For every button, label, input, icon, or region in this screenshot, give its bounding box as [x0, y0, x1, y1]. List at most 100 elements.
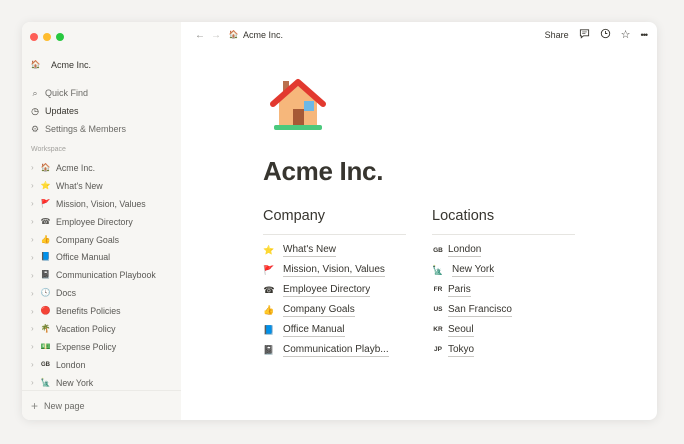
sidebar-item-new-york[interactable]: › 🗽 New York — [31, 374, 179, 392]
locations-heading[interactable]: Locations — [432, 208, 575, 235]
sidebar-item-what-s-new[interactable]: › ⭐ What's New — [31, 177, 179, 195]
sidebar-menu-label: Updates — [45, 106, 79, 116]
page-link-paris[interactable]: FR Paris — [432, 281, 575, 301]
sidebar-item-communication-playbook[interactable]: › 📓 Communication Playbook — [31, 266, 179, 284]
page-link-employee-directory[interactable]: ☎ Employee Directory — [263, 281, 406, 301]
link-emoji-icon: 📓 — [263, 344, 275, 355]
sidebar-item-acme-inc[interactable]: › 🏠 Acme Inc. — [31, 159, 179, 177]
sidebar-item-docs[interactable]: › 🕓 Docs — [31, 284, 179, 302]
page-link-company-goals[interactable]: 👍 Company Goals — [263, 301, 406, 321]
close-window-button[interactable] — [30, 33, 38, 41]
chevron-right-icon[interactable]: › — [31, 307, 40, 316]
link-label[interactable]: Communication Playb... — [283, 344, 389, 357]
sidebar-item-settings[interactable]: ⚙ Settings & Members — [30, 120, 126, 138]
chevron-right-icon[interactable]: › — [31, 342, 40, 351]
page-link-new-york[interactable]: 🗽 New York — [432, 261, 575, 281]
sidebar-item-london[interactable]: › GB London — [31, 356, 179, 374]
clock-icon: ◷ — [31, 105, 39, 116]
new-page-button[interactable]: + New page — [22, 390, 181, 420]
link-label[interactable]: San Francisco — [448, 304, 512, 318]
page-link-mission-vision-values[interactable]: 🚩 Mission, Vision, Values — [263, 261, 406, 281]
page-emoji-icon: 💵 — [40, 341, 51, 351]
share-button[interactable]: Share — [545, 30, 569, 40]
history-nav: ← → — [195, 30, 221, 41]
sidebar-item-label: Mission, Vision, Values — [56, 198, 146, 209]
page-link-tokyo[interactable]: JP Tokyo — [432, 340, 575, 360]
sidebar-item-updates[interactable]: ◷ Updates — [30, 102, 126, 120]
link-emoji-icon: JP — [434, 346, 442, 354]
page-title[interactable]: Acme Inc. — [263, 156, 383, 187]
sidebar-item-benefits-policies[interactable]: › 🔴 Benefits Policies — [31, 302, 179, 320]
gear-icon: ⚙ — [30, 123, 40, 134]
chevron-right-icon[interactable]: › — [31, 289, 40, 298]
more-icon[interactable]: ••• — [641, 30, 649, 40]
chevron-right-icon[interactable]: › — [31, 181, 40, 190]
page-link-what-s-new[interactable]: ⭐ What's New — [263, 241, 406, 261]
sidebar-item-label: Employee Directory — [56, 216, 133, 227]
company-links: ⭐ What's New 🚩 Mission, Vision, Values ☎ Empl… — [263, 241, 406, 360]
link-label[interactable]: What's New — [283, 244, 337, 258]
chevron-right-icon[interactable]: › — [31, 253, 40, 262]
sidebar-item-label: New York — [56, 377, 94, 388]
house-icon[interactable] — [269, 76, 327, 132]
link-label[interactable]: Employee Directory — [283, 284, 371, 298]
page-link-san-francisco[interactable]: US San Francisco — [432, 301, 575, 321]
sidebar-item-office-manual[interactable]: › 📘 Office Manual — [31, 248, 179, 266]
page-link-seoul[interactable]: KR Seoul — [432, 321, 575, 341]
app-window: 🏠 Acme Inc. ⌕ Quick Find ◷ Updates ⚙ Set… — [22, 22, 657, 420]
page-link-communication-playb[interactable]: 📓 Communication Playb... — [263, 340, 406, 360]
new-page-label: New page — [44, 400, 85, 411]
link-label[interactable]: Office Manual — [283, 324, 345, 337]
sidebar-item-label: What's New — [56, 180, 103, 191]
chevron-right-icon[interactable]: › — [31, 378, 40, 387]
sidebar-item-expense-policy[interactable]: › 💵 Expense Policy — [31, 338, 179, 356]
comment-icon[interactable] — [579, 28, 590, 42]
sidebar-item-employee-directory[interactable]: › ☎ Employee Directory — [31, 213, 179, 231]
chevron-right-icon[interactable]: › — [31, 217, 40, 226]
sidebar-menu: ⌕ Quick Find ◷ Updates ⚙ Settings & Memb… — [30, 84, 126, 138]
page-link-office-manual[interactable]: 📘 Office Manual — [263, 321, 406, 341]
page-actions: Share ☆ ••• — [545, 28, 649, 42]
workspace-switcher[interactable]: 🏠 Acme Inc. — [30, 60, 92, 70]
sidebar-menu-label: Quick Find — [45, 88, 89, 98]
sidebar-item-company-goals[interactable]: › 👍 Company Goals — [31, 231, 179, 249]
chevron-right-icon[interactable]: › — [31, 324, 40, 333]
chevron-right-icon[interactable]: › — [31, 163, 40, 172]
link-label[interactable]: Seoul — [448, 324, 474, 337]
page-emoji-icon: 🚩 — [40, 198, 51, 208]
forward-arrow-icon[interactable]: → — [211, 30, 221, 41]
search-icon: ⌕ — [32, 87, 38, 98]
sidebar-item-label: Communication Playbook — [56, 270, 156, 281]
back-arrow-icon[interactable]: ← — [195, 30, 205, 41]
chevron-right-icon[interactable]: › — [31, 271, 40, 280]
company-heading[interactable]: Company — [263, 208, 406, 235]
sidebar-item-label: Vacation Policy — [56, 323, 116, 334]
sidebar-item-quick-find[interactable]: ⌕ Quick Find — [30, 84, 126, 102]
sidebar: 🏠 Acme Inc. ⌕ Quick Find ◷ Updates ⚙ Set… — [22, 22, 181, 420]
sidebar-item-vacation-policy[interactable]: › 🌴 Vacation Policy — [31, 320, 179, 338]
house-icon: 🏠 — [228, 30, 239, 39]
maximize-window-button[interactable] — [56, 33, 64, 41]
breadcrumb[interactable]: 🏠 Acme Inc. — [228, 30, 284, 40]
minimize-window-button[interactable] — [43, 33, 51, 41]
page-emoji-icon: 🌴 — [40, 323, 51, 333]
chevron-right-icon[interactable]: › — [31, 360, 40, 369]
sidebar-item-label: Docs — [56, 288, 77, 299]
chevron-right-icon[interactable]: › — [31, 199, 40, 208]
sidebar-item-mission-vision-values[interactable]: › 🚩 Mission, Vision, Values — [31, 195, 179, 213]
link-label[interactable]: Tokyo — [448, 344, 475, 357]
link-label[interactable]: Paris — [448, 284, 471, 298]
link-label[interactable]: Company Goals — [283, 304, 355, 318]
company-column: Company ⭐ What's New 🚩 Mission, Vision, Val… — [263, 208, 406, 360]
star-icon[interactable]: ☆ — [621, 29, 631, 41]
sidebar-menu-label: Settings & Members — [45, 124, 127, 134]
breadcrumb-page: Acme Inc. — [243, 30, 284, 40]
link-label[interactable]: Mission, Vision, Values — [283, 264, 385, 278]
link-emoji-icon: FR — [433, 286, 443, 294]
page-link-london[interactable]: GB London — [432, 241, 575, 261]
history-icon[interactable] — [600, 28, 611, 42]
link-label[interactable]: London — [448, 244, 482, 258]
window-controls — [30, 33, 64, 41]
link-label[interactable]: New York — [452, 264, 495, 278]
chevron-right-icon[interactable]: › — [31, 235, 40, 244]
